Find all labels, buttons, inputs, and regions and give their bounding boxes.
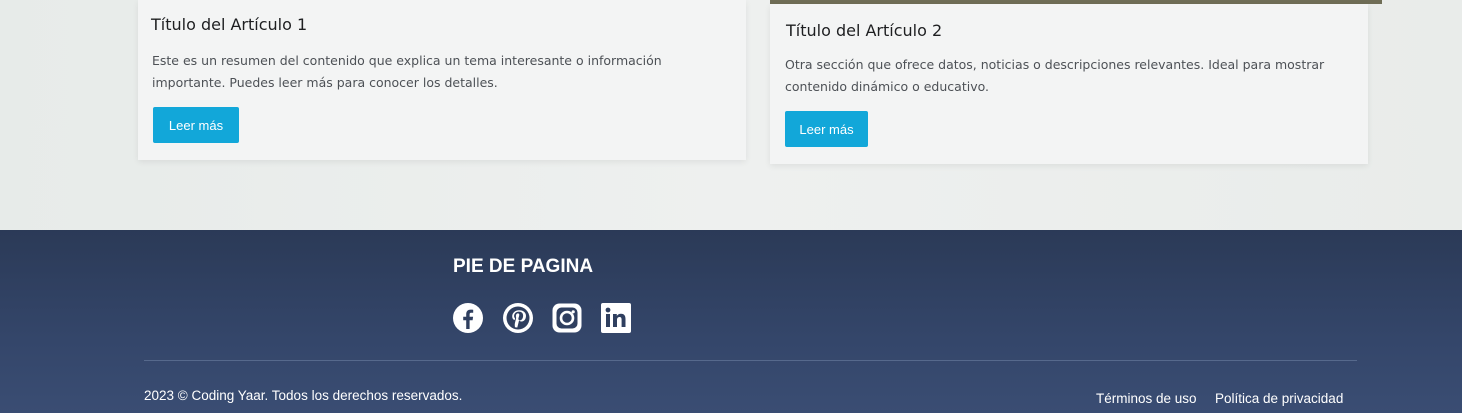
read-more-button[interactable]: Leer más: [153, 107, 239, 143]
article-card-1: Título del Artículo 1 Este es un resumen…: [138, 0, 746, 160]
instagram-icon[interactable]: [551, 302, 583, 334]
facebook-icon[interactable]: [452, 302, 484, 334]
article-summary: Este es un resumen del contenido que exp…: [152, 53, 662, 90]
pinterest-icon[interactable]: [502, 302, 534, 334]
footer-divider: [144, 360, 1357, 361]
privacy-link[interactable]: Política de privacidad: [1215, 391, 1343, 406]
article-title: Título del Artículo 2: [786, 21, 943, 40]
article-card-2: Título del Artículo 2 Otra sección que o…: [770, 4, 1368, 164]
footer: PIE DE PAGINA 2023 © Coding Yaar. Todos …: [0, 230, 1462, 413]
copyright-text: 2023 © Coding Yaar. Todos los derechos r…: [144, 388, 463, 403]
read-more-button[interactable]: Leer más: [785, 111, 868, 147]
article-title: Título del Artículo 1: [151, 15, 308, 34]
linkedin-icon[interactable]: [600, 302, 632, 334]
footer-title: PIE DE PAGINA: [453, 256, 594, 277]
terms-link[interactable]: Términos de uso: [1096, 391, 1197, 406]
article-summary: Otra sección que ofrece datos, noticias …: [785, 57, 1325, 94]
